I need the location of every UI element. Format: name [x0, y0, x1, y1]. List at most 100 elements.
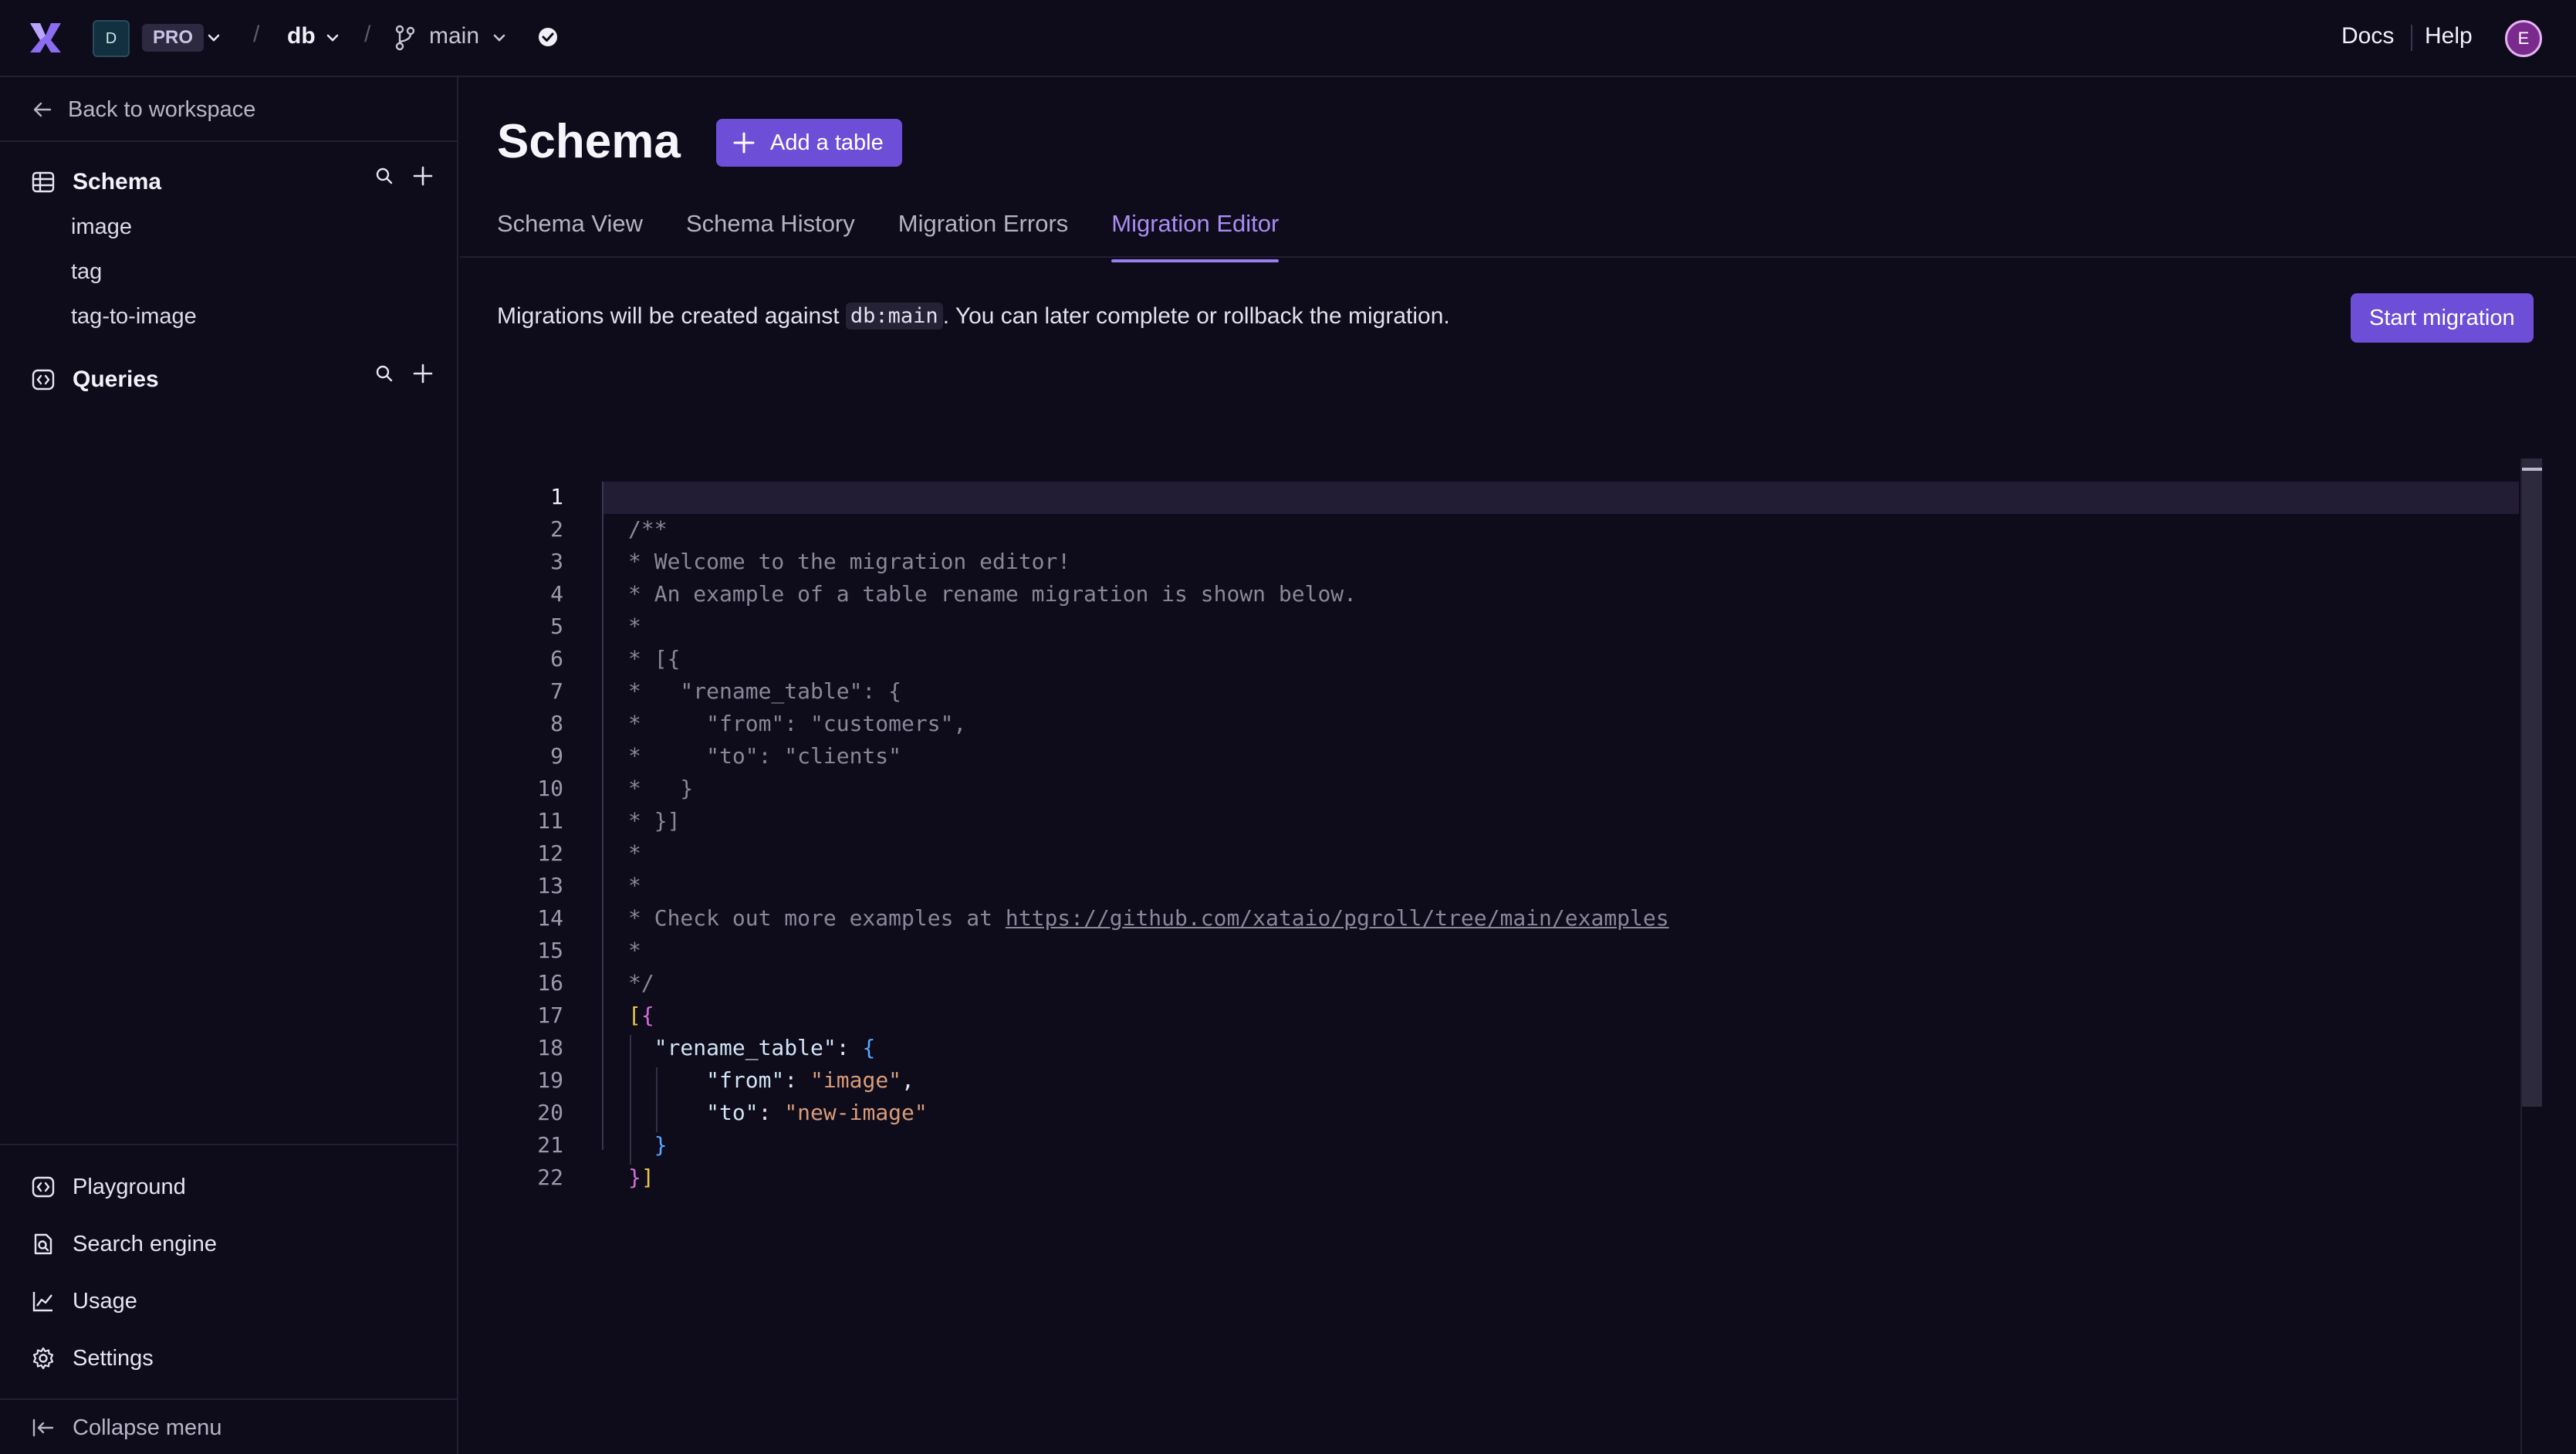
line-number: 21: [537, 1132, 563, 1158]
breadcrumb-separator: /: [253, 22, 260, 47]
editor-scrollbar-thumb[interactable]: [2522, 458, 2542, 1107]
sidebar-item-tag-to-image[interactable]: tag-to-image: [71, 304, 197, 330]
divider: [0, 1144, 457, 1145]
line-number: 3: [550, 549, 563, 574]
plus-icon[interactable]: [412, 165, 434, 187]
sidebar-item-settings[interactable]: Settings: [31, 1343, 154, 1374]
scrollbar-cursor-marker: [2522, 468, 2542, 471]
sidebar-item-usage[interactable]: Usage: [31, 1286, 137, 1317]
user-avatar[interactable]: E: [2505, 20, 2542, 57]
json-colon: :: [758, 1100, 785, 1125]
collapse-left-icon: [32, 1418, 54, 1437]
workspace-avatar[interactable]: D: [93, 20, 130, 57]
code-editor[interactable]: 1 2 3 4 5 6 7 8 9 10 11 12 13 14 15 16 1…: [460, 378, 2576, 1454]
line-number: 16: [537, 970, 563, 996]
table-icon: [32, 171, 55, 193]
notice-prefix: Migrations will be created against: [497, 303, 846, 329]
json-comma: ,: [901, 1067, 914, 1093]
bracket: {: [862, 1035, 876, 1060]
line-number: 22: [537, 1165, 563, 1190]
code-comment-line: * "from": "customers",: [628, 711, 967, 736]
divider: [0, 1398, 457, 1400]
line-number: 20: [537, 1100, 563, 1125]
queries-label: Queries: [73, 367, 159, 392]
code-comment-line: *: [628, 614, 641, 639]
json-colon: :: [836, 1035, 863, 1060]
page-title: Schema: [497, 115, 681, 168]
schema-actions: [374, 165, 434, 187]
sidebar-item-search-engine[interactable]: Search engine: [31, 1229, 217, 1260]
search-icon[interactable]: [374, 363, 395, 384]
code-comment-line: * "rename_table": {: [628, 678, 902, 704]
chevron-down-icon[interactable]: [324, 29, 341, 46]
line-number: 17: [537, 1003, 563, 1028]
database-selector[interactable]: db: [287, 23, 316, 49]
branch-selector[interactable]: main: [429, 23, 479, 49]
line-number: 2: [550, 516, 563, 542]
sidebar-item-tag[interactable]: tag: [71, 259, 102, 285]
code-comment-line: *: [628, 938, 641, 963]
plus-icon[interactable]: [412, 363, 434, 384]
line-number: 8: [550, 711, 563, 736]
check-circle-icon: [537, 26, 559, 48]
line-number: 7: [550, 678, 563, 704]
sidebar-item-playground[interactable]: Playground: [31, 1172, 186, 1202]
settings-label: Settings: [73, 1345, 154, 1371]
search-icon[interactable]: [374, 165, 395, 187]
collapse-label: Collapse menu: [73, 1415, 222, 1440]
collapse-menu-button[interactable]: Collapse menu: [31, 1412, 221, 1443]
line-number: 18: [537, 1035, 563, 1060]
add-table-button[interactable]: Add a table: [716, 119, 902, 167]
line-number: 12: [537, 840, 563, 866]
sidebar-section-queries[interactable]: Queries: [31, 364, 159, 395]
playground-icon: [32, 1176, 55, 1198]
search-engine-icon: [34, 1233, 52, 1255]
git-branch-icon: [394, 25, 417, 51]
line-number: 5: [550, 614, 563, 639]
tab-bar: Schema View Schema History Migration Err…: [497, 210, 1322, 262]
sidebar-item-image[interactable]: image: [71, 215, 132, 240]
help-link[interactable]: Help: [2425, 23, 2473, 49]
json-key: "rename_table": [654, 1035, 837, 1060]
xata-logo-icon[interactable]: [28, 20, 63, 56]
code-comment-line: * }: [628, 776, 694, 801]
tab-schema-view[interactable]: Schema View: [497, 210, 643, 259]
tab-schema-history[interactable]: Schema History: [686, 210, 855, 259]
line-number: 13: [537, 873, 563, 898]
bracket: }: [654, 1132, 668, 1158]
chevron-down-icon[interactable]: [205, 29, 222, 46]
code-comment-line: * Check out more examples at https://git…: [628, 905, 1669, 931]
chevron-down-icon[interactable]: [491, 29, 508, 46]
tab-migration-errors[interactable]: Migration Errors: [898, 210, 1069, 259]
sidebar: Back to workspace Schema image tag tag-t…: [0, 77, 458, 1454]
docs-link[interactable]: Docs: [2341, 23, 2394, 49]
code-comment-line: */: [628, 970, 654, 996]
queries-actions: [374, 363, 434, 384]
json-string: "image": [810, 1067, 902, 1093]
code-comment-line: * "to": "clients": [628, 743, 902, 769]
migration-notice: Migrations will be created against db:ma…: [497, 303, 1450, 330]
back-to-workspace-link[interactable]: Back to workspace: [31, 94, 255, 125]
arrow-left-icon: [33, 102, 52, 117]
line-number: 19: [537, 1067, 563, 1093]
code-line: "to": "new-image": [628, 1100, 928, 1125]
line-number: 11: [537, 808, 563, 834]
plus-icon: [733, 132, 755, 154]
line-number: 9: [550, 743, 563, 769]
search-engine-label: Search engine: [73, 1231, 218, 1256]
line-number: 14: [537, 905, 563, 931]
usage-label: Usage: [73, 1288, 137, 1314]
sidebar-section-schema[interactable]: Schema: [31, 167, 161, 198]
indent-guide: [656, 1067, 658, 1132]
start-migration-button[interactable]: Start migration: [2351, 293, 2534, 343]
code-line: "rename_table": {: [628, 1035, 876, 1060]
code-line: [{: [628, 1003, 654, 1028]
tab-migration-editor[interactable]: Migration Editor: [1111, 210, 1280, 262]
code-comment-line: *: [628, 873, 641, 898]
plan-badge: PRO: [142, 24, 205, 52]
active-line-highlight: [602, 482, 2519, 514]
examples-link[interactable]: https://github.com/xataio/pgroll/tree/ma…: [1006, 905, 1669, 931]
comment-text: * Check out more examples at: [628, 905, 1006, 931]
bracket: {: [641, 1003, 654, 1028]
json-key: "from": [706, 1067, 785, 1093]
